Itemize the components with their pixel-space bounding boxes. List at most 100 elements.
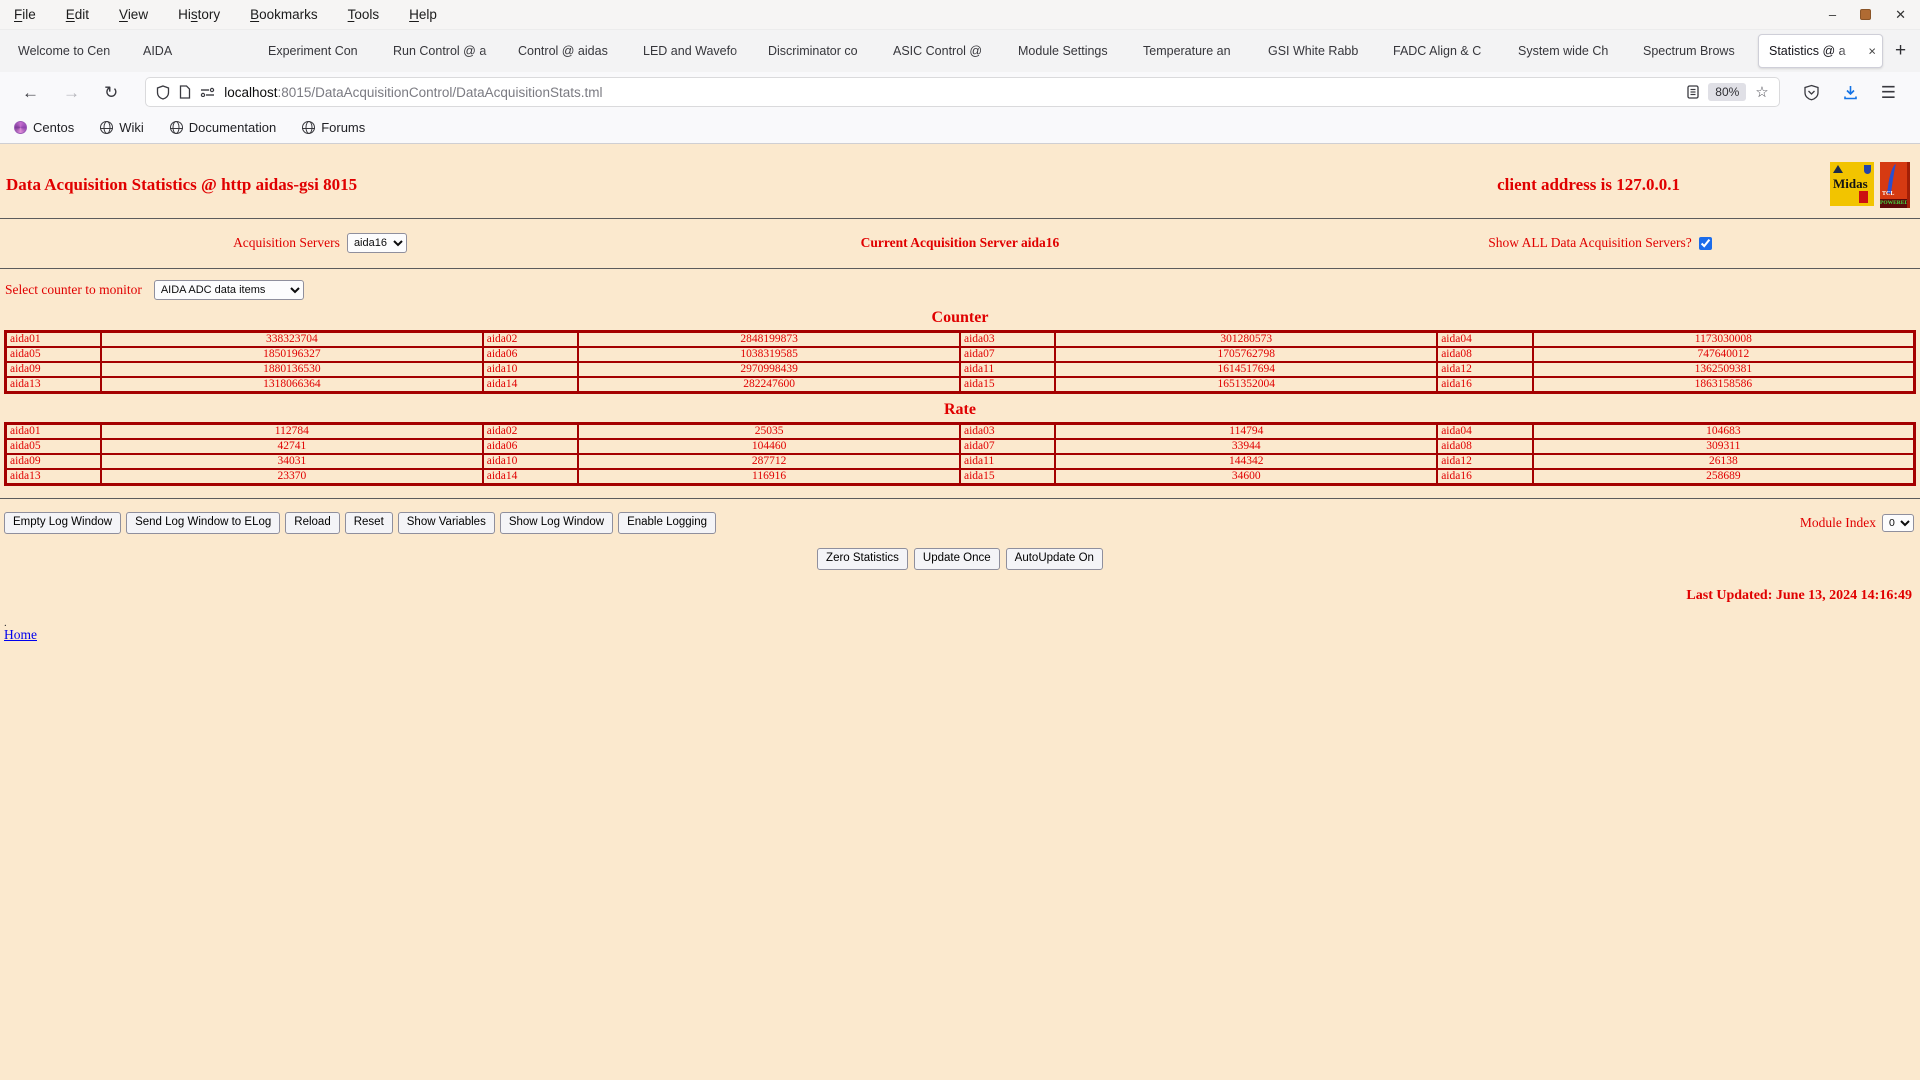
stat-value: 1318066364 [99, 376, 484, 394]
current-server-text: Current Acquisition Server aida16 [860, 235, 1060, 250]
tab-temperature-an[interactable]: Temperature an [1133, 30, 1258, 72]
permissions-icon[interactable] [200, 87, 215, 97]
show-variables-button[interactable]: Show Variables [397, 512, 495, 534]
back-icon[interactable]: ← [10, 84, 51, 101]
stat-value: 1850196327 [99, 346, 484, 363]
stat-label: aida06 [481, 438, 580, 455]
acquisition-servers-cell: Acquisition Servers aida16 [0, 233, 640, 253]
log-buttons-row: Empty Log Window Send Log Window to ELog R… [0, 505, 1920, 534]
tab-asic-control[interactable]: ASIC Control @ [883, 30, 1008, 72]
stat-value: 1173030008 [1531, 330, 1916, 348]
footer-dot: . [4, 616, 7, 629]
tcl-logo-text: TCL [1882, 191, 1895, 197]
tab-gsi-white-rabb[interactable]: GSI White Rabb [1258, 30, 1383, 72]
tab-run-control-a[interactable]: Run Control @ a [383, 30, 508, 72]
menu-file[interactable]: File [14, 7, 36, 22]
show-all-checkbox[interactable] [1698, 236, 1712, 250]
bookmark-star-icon[interactable]: ☆ [1755, 83, 1768, 101]
zero-statistics-button[interactable]: Zero Statistics [817, 547, 908, 570]
menu-view[interactable]: View [119, 7, 148, 22]
stat-label: aida05 [4, 346, 102, 363]
home-link[interactable]: Home [4, 627, 37, 642]
tab-module-settings[interactable]: Module Settings [1008, 30, 1133, 72]
midas-logo: Midas [1830, 162, 1874, 206]
tab-aida[interactable]: AIDA [133, 30, 258, 72]
midas-logo-shield [1864, 165, 1871, 174]
stat-label: aida06 [481, 346, 580, 363]
module-index-select[interactable]: 0 [1882, 513, 1914, 532]
menu-tools[interactable]: Tools [348, 7, 380, 22]
stat-value: 144342 [1054, 453, 1439, 470]
hamburger-menu-icon[interactable]: ☰ [1873, 84, 1904, 101]
url-bar[interactable]: localhost:8015/DataAcquisitionControl/Da… [146, 78, 1779, 106]
bookmark-forums[interactable]: Forums [302, 120, 365, 135]
midas-logo-text: Midas [1833, 176, 1868, 191]
show-all-cell: Show ALL Data Acquisition Servers? [1280, 235, 1920, 251]
new-tab-button[interactable]: + [1883, 40, 1918, 62]
tab-statistics-a[interactable]: Statistics @ a × [1758, 34, 1883, 68]
bookmark-label: Documentation [188, 120, 277, 135]
bookmark-label: Centos [33, 120, 75, 135]
tab-control-aidas[interactable]: Control @ aidas [508, 30, 633, 72]
stat-value: 1651352004 [1054, 376, 1439, 394]
reader-mode-icon[interactable] [1687, 85, 1699, 99]
tab-label: Experiment Con [268, 44, 358, 58]
forward-icon[interactable]: → [51, 84, 92, 101]
tab-experiment-con[interactable]: Experiment Con [258, 30, 383, 72]
tab-led-and-wavefo[interactable]: LED and Wavefo [633, 30, 758, 72]
last-updated-text: Last Updated: June 13, 2024 14:16:49 [1686, 587, 1912, 603]
tab-welcome-to-cen[interactable]: Welcome to Cen [8, 30, 133, 72]
menu-edit[interactable]: Edit [66, 7, 89, 22]
close-tab-icon[interactable]: × [1866, 43, 1876, 59]
close-window-icon[interactable]: ✕ [1895, 8, 1906, 21]
menu-help[interactable]: Help [409, 7, 437, 22]
bookmark-documentation[interactable]: Documentation [169, 120, 277, 135]
enable-logging-button[interactable]: Enable Logging [618, 512, 717, 534]
acquisition-server-select[interactable]: aida16 [346, 233, 407, 253]
tab-label: System wide Ch [1518, 44, 1609, 58]
stat-value: 747640012 [1531, 346, 1916, 363]
empty-log-window-button[interactable]: Empty Log Window [4, 512, 122, 534]
bookmark-wiki[interactable]: Wiki [100, 120, 144, 135]
stat-value: 114794 [1054, 422, 1439, 440]
table-row: aida09 1880136530 aida10 2970998439 aida11 16… [4, 361, 1916, 378]
reset-button[interactable]: Reset [344, 512, 393, 534]
stat-value: 25035 [577, 422, 961, 440]
tab-discriminator-co[interactable]: Discriminator co [758, 30, 883, 72]
pocket-save-icon[interactable] [1803, 84, 1820, 101]
stat-value: 23370 [99, 468, 484, 486]
reload-button[interactable]: Reload [285, 512, 340, 534]
tracking-protection-shield-icon[interactable] [156, 84, 170, 100]
send-log-window-to-elog-button[interactable]: Send Log Window to ELog [126, 512, 281, 534]
stat-label: aida03 [958, 330, 1057, 348]
tab-label: AIDA [143, 44, 173, 58]
stat-label: aida16 [1436, 468, 1534, 486]
stat-label: aida09 [4, 453, 102, 470]
page-info-icon[interactable] [179, 85, 191, 99]
stat-value: 116916 [577, 468, 961, 486]
tab-fadc-align-c[interactable]: FADC Align & C [1383, 30, 1508, 72]
minimize-icon[interactable]: – [1829, 8, 1836, 21]
stat-value: 104460 [577, 438, 961, 455]
table-row: aida01 112784 aida02 25035 aida03 114794 aida0… [4, 422, 1916, 440]
maximize-icon[interactable] [1860, 9, 1872, 20]
counter-monitor-select[interactable]: AIDA ADC data items [153, 280, 304, 300]
counter-table: aida01 338323704 aida02 2848199873 aida03 301… [4, 330, 1916, 394]
stat-label: aida11 [958, 361, 1057, 378]
tab-spectrum-brows[interactable]: Spectrum Brows [1633, 30, 1758, 72]
downloads-icon[interactable] [1842, 84, 1859, 101]
tab-system-wide-ch[interactable]: System wide Ch [1508, 30, 1633, 72]
bookmark-label: Forums [321, 120, 366, 135]
url-text[interactable]: localhost:8015/DataAcquisitionControl/Da… [224, 85, 1678, 100]
logos: Midas TCL POWERED [1830, 162, 1910, 208]
stat-value: 1863158586 [1531, 376, 1916, 394]
show-log-window-button[interactable]: Show Log Window [499, 512, 614, 534]
autoupdate-on-button[interactable]: AutoUpdate On [1005, 547, 1103, 570]
menu-history[interactable]: History [178, 7, 220, 22]
bookmark-centos[interactable]: Centos [14, 120, 74, 135]
zoom-level-badge[interactable]: 80% [1708, 83, 1747, 101]
update-once-button[interactable]: Update Once [913, 547, 1000, 570]
stat-value: 1705762798 [1054, 346, 1439, 363]
reload-icon[interactable]: ↻ [92, 84, 130, 101]
menu-bookmarks[interactable]: Bookmarks [250, 7, 318, 22]
